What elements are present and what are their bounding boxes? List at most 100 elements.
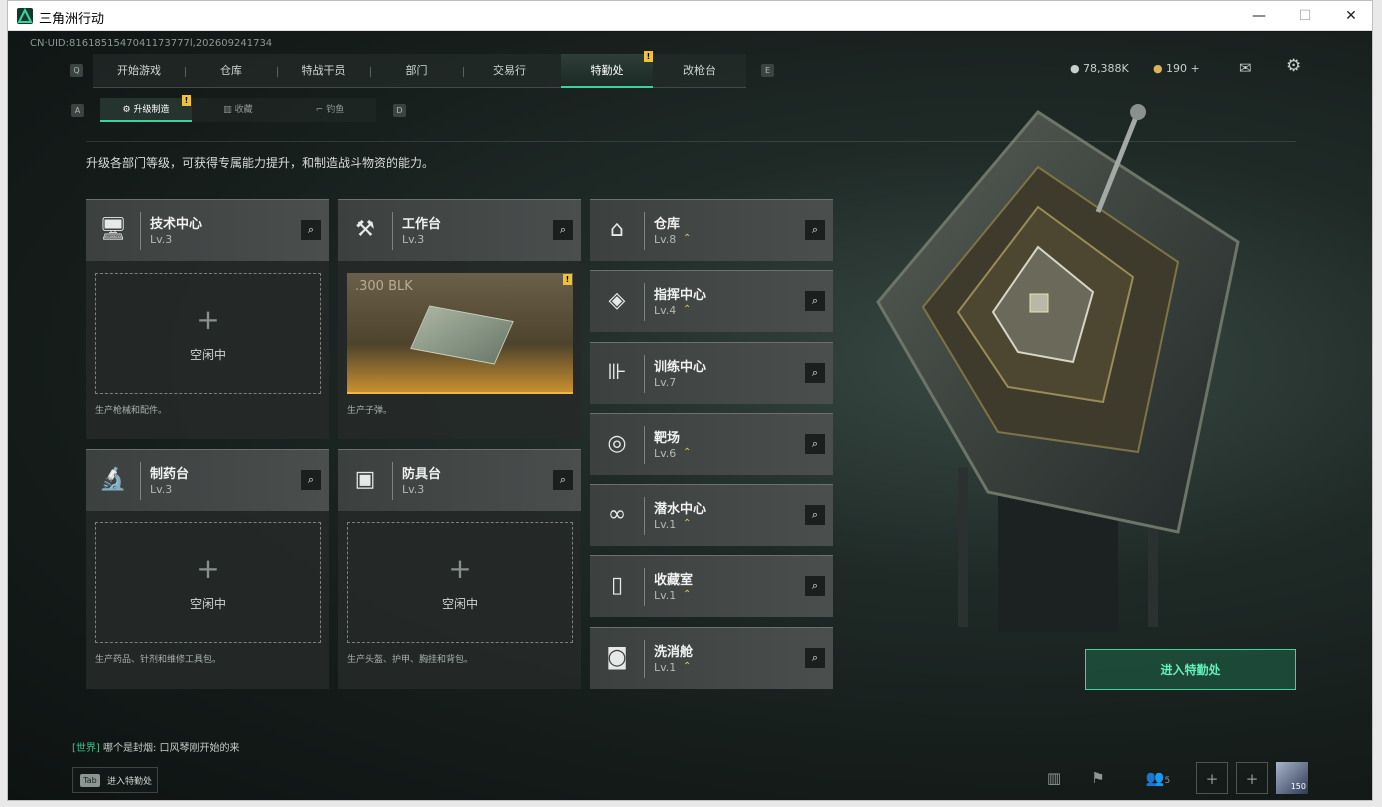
command-icon: ◈ [608, 288, 626, 313]
dept-name: 训练中心 [654, 360, 707, 375]
goggles-icon: ∞ [607, 502, 627, 527]
search-icon[interactable]: ⌕ [805, 505, 825, 525]
ammo-box-image [410, 305, 514, 365]
avatar[interactable]: 150 [1276, 762, 1308, 794]
dept-level: Lv.1 [654, 661, 677, 674]
upgrade-available-icon: ⌃ [683, 304, 692, 315]
card-divider [644, 497, 645, 535]
subtab-upgrade-craft[interactable]: ⚙ 升级制造 [100, 98, 192, 122]
pharmacy-idle-slot[interactable]: + 空闲中 [95, 522, 321, 643]
squad-button[interactable]: 👥5 [1138, 762, 1178, 794]
upgrade-available-icon: ⌃ [683, 661, 692, 672]
divider [86, 141, 1296, 142]
dept-footer: 生产子弹。 [347, 406, 393, 416]
workbench-panel: ⚒ 工作台 Lv.3 ⌕ .300 BLK ! 生产子弹。 [338, 199, 581, 439]
card-divider [644, 568, 645, 606]
plus-icon: + [448, 552, 472, 585]
dept-level: Lv.1 [654, 589, 677, 602]
dept-card-warehouse[interactable]: ⌂ 仓库 Lv.8 ⌃ ⌕ [590, 199, 833, 261]
tab-departments[interactable]: 部门 [370, 54, 463, 88]
tab-gunsmith[interactable]: 改枪台 [653, 54, 746, 88]
pharmacy-card[interactable]: 🔬 制药台 Lv.3 ⌕ [86, 449, 329, 511]
dept-card-decon[interactable]: ◙ 洗消舱 Lv.1 ⌃ ⌕ [590, 627, 833, 689]
dept-footer: 生产头盔、护甲、胸挂和背包。 [347, 655, 474, 665]
search-icon[interactable]: ⌕ [805, 220, 825, 240]
uid-label: CN·UID:8161851547041173777l,202609241734 [30, 38, 273, 49]
settings-gear-icon[interactable]: ⚙ [1286, 56, 1301, 76]
invite-plus-icon[interactable]: + [1196, 762, 1228, 794]
subtab-fishing[interactable]: ⌐ 钓鱼 [284, 98, 376, 122]
card-divider [140, 462, 141, 500]
tab-key: Tab [80, 774, 100, 787]
tech-center-idle-slot[interactable]: + 空闲中 [95, 273, 321, 394]
warehouse-icon: ⌂ [610, 217, 624, 242]
dept-name: 洗消舱 [654, 645, 694, 660]
tab-next-key: E [761, 64, 774, 77]
dept-card-command[interactable]: ◈ 指挥中心 Lv.4 ⌃ ⌕ [590, 270, 833, 332]
armor-bench-card[interactable]: ▣ 防具台 Lv.3 ⌕ [338, 449, 581, 511]
maximize-button[interactable]: ☐ [1282, 1, 1328, 31]
dept-level: Lv.7 [654, 376, 677, 389]
dept-card-training[interactable]: ⊪ 训练中心 Lv.7 ⌕ [590, 342, 833, 404]
search-icon[interactable]: ⌕ [805, 576, 825, 596]
game-window: 三角洲行动 — ☐ ✕ CN·UID:8161851547041173777l,… [7, 0, 1373, 801]
pharmacy-panel: 🔬 制药台 Lv.3 ⌕ + 空闲中 生产药品、针剂和维修工具包。 [86, 449, 329, 689]
dept-card-diving[interactable]: ∞ 潜水中心 Lv.1 ⌃ ⌕ [590, 484, 833, 546]
dept-level: Lv.3 [402, 233, 425, 246]
invite-plus-icon[interactable]: + [1236, 762, 1268, 794]
workbench-warning-icon: ! [563, 274, 572, 285]
dept-level: Lv.8 [654, 233, 677, 246]
minimize-button[interactable]: — [1236, 1, 1282, 31]
tech-center-card[interactable]: 🖥 技术中心 Lv.3 ⌕ [86, 199, 329, 261]
tab-operators[interactable]: 特战干员 [277, 54, 370, 88]
idle-label: 空闲中 [189, 348, 226, 362]
subtab-next-key: D [393, 104, 406, 117]
token-balance[interactable]: 190 + [1166, 62, 1200, 75]
card-divider [644, 640, 645, 678]
dept-name: 制药台 [150, 467, 190, 482]
upgrade-available-icon: ⌃ [683, 518, 692, 529]
tab-trading[interactable]: 交易行 [463, 54, 556, 88]
token-icon: ● [1153, 62, 1163, 75]
tech-center-panel: 🖥 技术中心 Lv.3 ⌕ + 空闲中 生产枪械和配件。 [86, 199, 329, 439]
search-icon[interactable]: ⌕ [805, 291, 825, 311]
dept-card-range[interactable]: ◎ 靶场 Lv.6 ⌃ ⌕ [590, 413, 833, 475]
window-title: 三角洲行动 [39, 12, 105, 27]
subtab-collection[interactable]: ▥ 收藏 [192, 98, 284, 122]
armor-bench-idle-slot[interactable]: + 空闲中 [347, 522, 573, 643]
coin-icon: ● [1070, 62, 1080, 75]
flag-icon[interactable]: ⚑ [1082, 762, 1114, 794]
plus-icon: + [196, 552, 220, 585]
stats-chart-icon[interactable]: ▥ [1038, 762, 1070, 794]
search-icon[interactable]: ⌕ [805, 434, 825, 454]
armor-boxes-icon: ▣ [354, 467, 376, 492]
display-case-icon: ▯ [610, 573, 624, 598]
dumbbell-icon: ⊪ [607, 360, 627, 385]
tab-special-ops[interactable]: 特勤处 [561, 54, 653, 88]
search-icon[interactable]: ⌕ [301, 470, 321, 490]
enter-special-ops-button[interactable]: 进入特勤处 [1085, 649, 1296, 690]
card-divider [644, 212, 645, 250]
page-description: 升级各部门等级，可获得专属能力提升，和制造战斗物资的能力。 [86, 156, 435, 170]
search-icon[interactable]: ⌕ [805, 363, 825, 383]
mail-icon[interactable]: ✉ [1239, 59, 1252, 77]
title-bar: 三角洲行动 — ☐ ✕ [8, 1, 1372, 31]
idle-label: 空闲中 [441, 597, 478, 611]
tab-hint[interactable]: Tab 进入特勤处 [72, 767, 158, 793]
dept-footer: 生产药品、针剂和维修工具包。 [95, 655, 222, 665]
subtab-label: 收藏 [234, 105, 253, 115]
tab-start-game[interactable]: 开始游戏 [93, 54, 185, 88]
dept-card-collection[interactable]: ▯ 收藏室 Lv.1 ⌃ ⌕ [590, 555, 833, 617]
search-icon[interactable]: ⌕ [553, 220, 573, 240]
tab-hint-label: 进入特勤处 [107, 777, 153, 787]
subtab-warning-icon: ! [182, 95, 191, 106]
coin-balance: 78,388K [1083, 62, 1129, 75]
close-button[interactable]: ✕ [1328, 1, 1372, 31]
search-icon[interactable]: ⌕ [805, 648, 825, 668]
ammo-product-slot[interactable]: .300 BLK [347, 273, 573, 394]
search-icon[interactable]: ⌕ [553, 470, 573, 490]
workbench-card[interactable]: ⚒ 工作台 Lv.3 ⌕ [338, 199, 581, 261]
tab-warehouse[interactable]: 仓库 [185, 54, 277, 88]
card-divider [644, 283, 645, 321]
search-icon[interactable]: ⌕ [301, 220, 321, 240]
